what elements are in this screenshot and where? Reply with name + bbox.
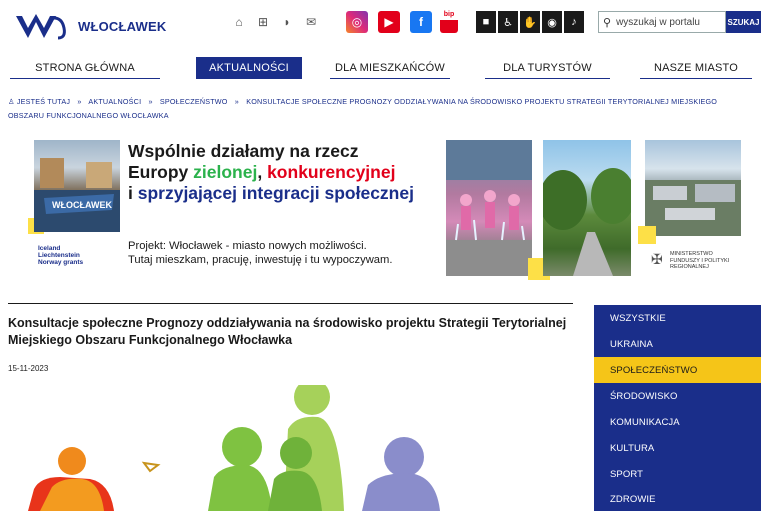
breadcrumb-separator: » <box>234 97 239 106</box>
search-icon: ⚲ <box>603 16 612 29</box>
category-environment[interactable]: ŚRODOWISKO <box>594 383 761 409</box>
park-illustration <box>543 168 631 276</box>
svg-text:WŁOCŁAWEK: WŁOCŁAWEK <box>52 200 112 210</box>
breadcrumb-separator: » <box>77 97 82 106</box>
rss-icon[interactable]: ◗ <box>278 13 296 31</box>
city-sign-illustration: WŁOCŁAWEK <box>34 158 120 232</box>
mail-icon[interactable]: ✉ <box>302 13 320 31</box>
ministry-line-3: REGIONALNEJ <box>670 264 709 270</box>
category-health[interactable]: ZDROWIE <box>594 487 761 511</box>
eea-line-3: Norway grants <box>38 259 84 266</box>
category-culture[interactable]: KULTURA <box>594 435 761 461</box>
nav-tourists[interactable]: DLA TURYSTÓW <box>485 57 610 79</box>
hearing-icon[interactable]: ♪ <box>564 11 584 33</box>
article-image <box>0 385 590 511</box>
search-button[interactable]: SZUKAJ <box>726 11 761 33</box>
nav-residents[interactable]: DLA MIESZKAŃCÓW <box>330 57 450 79</box>
banner-green-word: zielonej <box>193 162 258 182</box>
banner-photo-industrial <box>645 140 741 236</box>
banner-text: i <box>128 183 138 203</box>
category-sport[interactable]: SPORT <box>594 461 761 487</box>
banner-project-line-2: Tutaj mieszkam, pracuję, inwestuję i tu … <box>128 254 393 266</box>
category-all[interactable]: WSZYSTKIE <box>594 305 761 331</box>
ministry-logo: MINISTERSTWO FUNDUSZY I POLITYKI REGIONA… <box>670 251 729 271</box>
banner-photo-fountain <box>446 140 532 276</box>
wheelchair-icon[interactable]: ♿ <box>498 11 518 33</box>
banner-blue-phrase: sprzyjającej integracji społecznej <box>137 183 414 203</box>
banner-text: , <box>257 162 268 182</box>
facebook-icon[interactable]: f <box>410 11 432 33</box>
banner-red-word: konkurencyjnej <box>267 162 396 182</box>
nav-home[interactable]: STRONA GŁÓWNA <box>10 57 160 79</box>
eea-grants-logo: Iceland Liechtenstein Norway grants <box>38 245 83 266</box>
banner-project-line-1: Projekt: Włocławek - miasto nowych możli… <box>128 240 367 252</box>
article-title: Konsultacje społeczne Prognozy oddziaływ… <box>8 316 567 347</box>
bip-icon[interactable]: bip <box>440 11 458 33</box>
banner-line-3: i sprzyjającej integracji społecznej <box>128 183 414 204</box>
banner-title: Wspólnie działamy na rzecz Europy zielon… <box>128 141 414 204</box>
divider <box>8 303 573 304</box>
banner-project: Projekt: Włocławek - miasto nowych możli… <box>128 239 392 267</box>
category-ukraine[interactable]: UKRAINA <box>594 331 761 357</box>
breadcrumb-news[interactable]: AKTUALNOŚCI <box>88 97 141 106</box>
contrast-icon[interactable]: ■ <box>476 11 496 33</box>
bip-label: bip <box>443 11 455 18</box>
sign-language-icon[interactable]: ✋ <box>520 11 540 33</box>
article-date: 15-11-2023 <box>8 364 49 373</box>
nav-news[interactable]: AKTUALNOŚCI <box>196 57 302 79</box>
breadcrumb-separator: » <box>148 97 153 106</box>
instagram-icon[interactable]: ◎ <box>346 11 368 33</box>
breadcrumb-prefix: JESTEŚ TUTAJ <box>16 97 71 106</box>
person-icon: ♙ <box>8 97 15 106</box>
eea-line-1: Iceland <box>38 245 61 252</box>
eagle-emblem-icon: ✠ <box>651 251 663 267</box>
banner-text: Europy <box>128 162 194 182</box>
logo-text: WŁOCŁAWEK <box>78 18 167 34</box>
banner-photo-city-sign: WŁOCŁAWEK <box>34 140 120 232</box>
search-field[interactable]: ⚲ wyszukaj w portalu <box>598 11 726 33</box>
breadcrumb-society[interactable]: SPOŁECZEŃSTWO <box>160 97 228 106</box>
site-logo[interactable]: WŁOCŁAWEK <box>14 8 184 44</box>
banner-photo-park <box>543 140 631 276</box>
home-icon[interactable]: ⌂ <box>230 13 248 31</box>
people-silhouettes-illustration <box>28 385 440 511</box>
banner-line-1: Wspólnie działamy na rzecz <box>128 141 359 161</box>
logo-mark-icon <box>16 14 66 40</box>
industrial-area-illustration <box>645 180 741 236</box>
low-vision-icon[interactable]: ◉ <box>542 11 562 33</box>
category-society[interactable]: SPOŁECZEŃSTWO <box>594 357 761 383</box>
banner-line-2: Europy zielonej, konkurencyjnej <box>128 162 414 183</box>
breadcrumb: ♙ JESTEŚ TUTAJ » AKTUALNOŚCI » SPOŁECZEŃ… <box>8 95 753 123</box>
sitemap-icon[interactable]: ⊞ <box>254 13 272 31</box>
banner-accent <box>638 226 656 244</box>
eea-line-2: Liechtenstein <box>38 252 80 259</box>
search-placeholder: wyszukaj w portalu <box>616 16 700 28</box>
youtube-icon[interactable]: ▶ <box>378 11 400 33</box>
category-communication[interactable]: KOMUNIKACJA <box>594 409 761 435</box>
nav-our-city[interactable]: NASZE MIASTO <box>640 57 752 79</box>
fountain-dancers-illustration <box>446 140 532 276</box>
